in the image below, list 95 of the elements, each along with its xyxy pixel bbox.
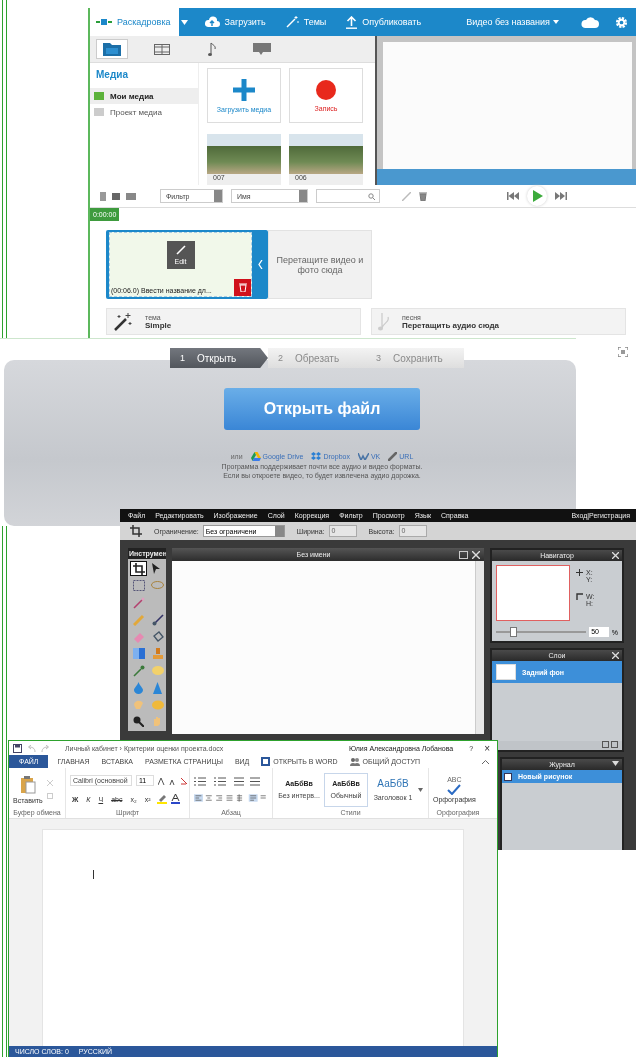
brush-tool[interactable] (149, 612, 166, 627)
hand-icon (152, 716, 163, 727)
save-icon[interactable] (13, 743, 22, 753)
music-note-icon (207, 41, 217, 57)
magnifier-icon (133, 716, 144, 727)
sidebar-heading: Медиа (95, 69, 129, 82)
magic-wand-icon (113, 311, 133, 332)
sidebar-item[interactable]: Проект медиа (90, 104, 198, 120)
nav-tab[interactable]: Опубликовать (340, 8, 428, 36)
drop-zone[interactable]: Перетащите видео и фото сюда (268, 230, 372, 299)
word-logo-icon (261, 757, 271, 766)
close-icon[interactable] (612, 552, 619, 559)
folder-icon (103, 42, 121, 56)
caret-icon (553, 20, 559, 24)
stamp-icon (151, 647, 164, 660)
search-field[interactable] (316, 189, 380, 203)
play-button[interactable] (526, 186, 547, 206)
cloud-icon[interactable] (581, 16, 599, 28)
sponge-icon (151, 699, 164, 710)
theme-value: Simple (145, 320, 172, 330)
caret-icon (180, 19, 188, 25)
chevron-left-icon[interactable] (258, 260, 263, 269)
font-grow-shrink-icon[interactable] (158, 776, 188, 785)
photo-placeholder[interactable] (289, 133, 363, 174)
wand-icon (132, 596, 145, 609)
people-icon (349, 757, 360, 766)
crosshair-icon (576, 569, 583, 576)
delete-button[interactable] (234, 279, 251, 296)
cone-icon (153, 681, 162, 694)
triangle-logo-icon (250, 452, 261, 461)
search-icon (368, 192, 375, 200)
bucket-icon (151, 630, 164, 643)
more-styles-icon[interactable] (418, 787, 423, 792)
pencil-icon (132, 613, 145, 626)
scrollbar[interactable] (475, 561, 484, 734)
sponge-icon (151, 665, 164, 676)
plus-icon (233, 78, 255, 101)
font-color-icon[interactable] (170, 794, 180, 804)
document-icon (504, 772, 512, 781)
gradient-icon (132, 648, 145, 659)
alignment-icons[interactable] (194, 794, 268, 802)
nav-tab[interactable]: Темы (279, 8, 333, 36)
sidebar-item[interactable]: Мои медиа (90, 88, 198, 104)
trash-icon[interactable] (419, 191, 427, 201)
eraser-icon (132, 630, 145, 643)
crop-tool[interactable] (130, 561, 147, 576)
project-title-menu[interactable]: Видео без названия (466, 17, 559, 27)
photo-placeholder[interactable] (207, 133, 281, 174)
music-note-icon (378, 311, 390, 332)
trash-icon (238, 283, 247, 292)
list-indent-icons[interactable] (194, 777, 260, 786)
slider-thumb[interactable] (509, 627, 517, 637)
speech-bubble-icon (253, 42, 271, 56)
record-dot-icon (316, 79, 336, 100)
marquee-tool[interactable] (130, 578, 147, 593)
brush-icon (151, 613, 164, 626)
finger-icon (133, 699, 144, 710)
clipboard-icon (19, 775, 36, 794)
close-icon[interactable] (472, 550, 480, 559)
skip-back-icon[interactable] (506, 192, 519, 200)
close-button[interactable]: × (481, 742, 493, 754)
highlight-icon[interactable] (156, 794, 167, 804)
skip-forward-icon[interactable] (554, 192, 567, 200)
checkmark-icon (447, 784, 462, 795)
drop-icon (134, 681, 143, 694)
caret-icon[interactable] (612, 761, 619, 766)
collapse-icon[interactable] (482, 759, 489, 764)
box-logo-icon (311, 452, 322, 461)
step-tab[interactable]: 1 Открыть (170, 348, 268, 368)
layer-buttons-icon[interactable] (602, 741, 618, 748)
gradient-tool[interactable] (130, 646, 147, 661)
nav-tab[interactable]: Загрузить (197, 8, 272, 36)
crop-icon (130, 525, 142, 537)
settings-icon[interactable] (615, 15, 628, 29)
close-icon[interactable] (612, 652, 619, 659)
crop-icon (132, 562, 145, 575)
maximize-icon[interactable] (459, 550, 468, 559)
filmstrip-icon (154, 43, 170, 55)
fit-screen-icon[interactable] (618, 347, 628, 357)
marquee-icon (132, 580, 145, 591)
media-tab[interactable] (96, 39, 128, 59)
pencil-icon (175, 245, 186, 255)
lasso-icon (151, 580, 164, 591)
filmstrip-icon (96, 19, 112, 25)
upload-arrow-icon (346, 15, 358, 29)
cloud-upload-icon (203, 16, 220, 28)
size-icon (576, 593, 583, 600)
play-icon (532, 190, 543, 202)
vk-logo-icon (357, 453, 369, 460)
text-cursor (93, 870, 94, 879)
nav-tab[interactable]: Раскадровка (90, 8, 179, 36)
link-icon (388, 452, 398, 461)
song-value: Перетащить аудио сюда (402, 320, 500, 330)
magic-wand-icon (285, 16, 299, 28)
eyedropper-icon (132, 664, 145, 677)
